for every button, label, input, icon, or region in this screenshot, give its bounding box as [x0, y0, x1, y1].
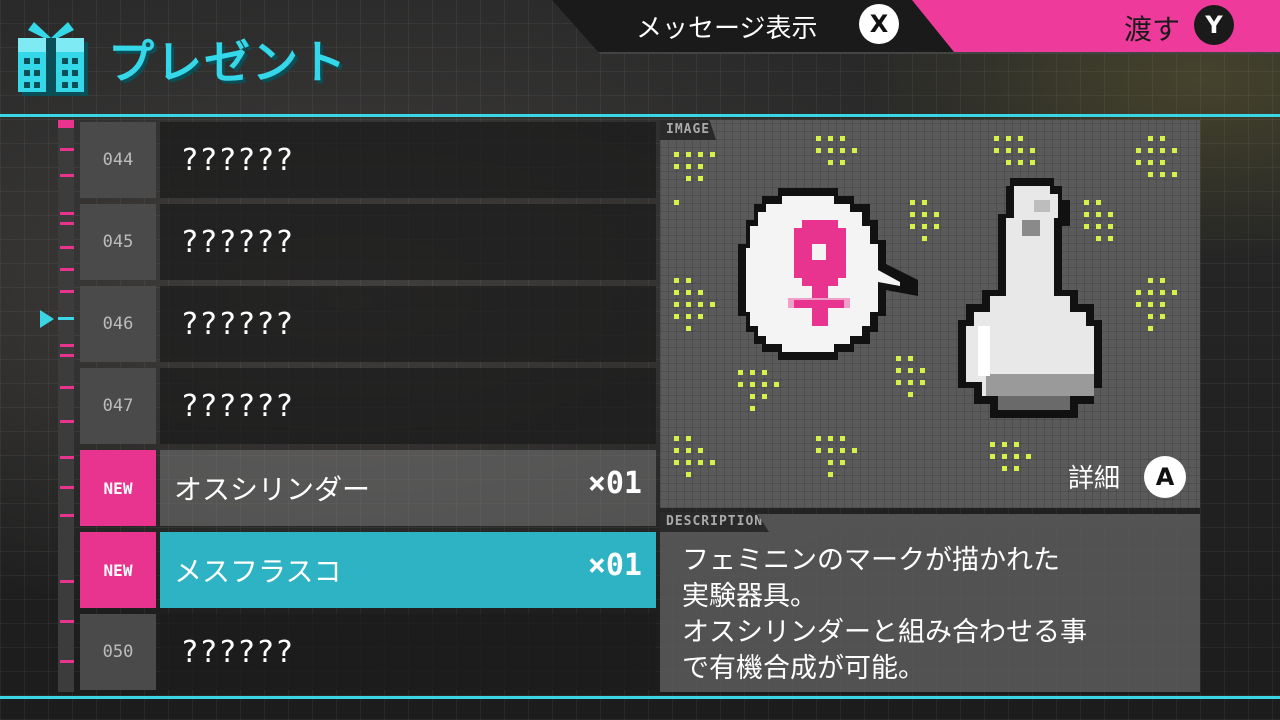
item-quantity: ×01 [587, 466, 642, 501]
item-name: ?????? [182, 306, 296, 342]
detail-label[interactable]: 詳細 [1068, 458, 1120, 495]
scrollbar-tick [60, 174, 74, 177]
description-line: で有機合成が可能。 [682, 653, 925, 684]
scrollbar-track[interactable] [58, 120, 74, 692]
list-item[interactable]: 046 ?????? [80, 286, 656, 362]
scrollbar-tick [60, 456, 74, 459]
scrollbar-tick [60, 222, 74, 225]
scroll-position-cursor-icon [40, 310, 54, 328]
scrollbar-tick [60, 386, 74, 389]
list-item[interactable]: NEW オスシリンダー ×01 [80, 450, 656, 526]
scrollbar-tick [60, 420, 74, 423]
screen-title: プレゼント [14, 14, 348, 104]
scrollbar-tick [60, 580, 74, 583]
message-toggle-label[interactable]: メッセージ表示 [636, 8, 817, 45]
item-number: 044 [80, 122, 156, 198]
list-item-selected[interactable]: NEW メスフラスコ ×01 [80, 532, 656, 608]
item-name: メスフラスコ [174, 555, 342, 588]
item-name-cell[interactable]: ?????? [160, 614, 656, 690]
female-symbol-flask-icon [674, 136, 1177, 477]
item-number: 046 [80, 286, 156, 362]
scrollbar-tick [60, 514, 74, 517]
x-button-icon[interactable]: X [859, 4, 899, 44]
scrollbar-tick [60, 354, 74, 357]
scrollbar-tick [60, 620, 74, 623]
gift-box-icon [18, 22, 88, 96]
scrollbar-tick [60, 246, 74, 249]
page-title: プレゼント [108, 35, 348, 89]
scrollbar-tick [60, 148, 74, 151]
scrollbar-top-marker [58, 120, 74, 128]
list-item[interactable]: 047 ?????? [80, 368, 656, 444]
item-name: ?????? [182, 388, 296, 424]
item-name-cell[interactable]: ?????? [160, 204, 656, 280]
scrollbar-tick [60, 660, 74, 663]
footer-divider [0, 696, 1280, 699]
header-divider [0, 114, 1280, 117]
flask-icon [958, 178, 1102, 418]
item-name: ?????? [182, 634, 296, 670]
item-name-cell[interactable]: オスシリンダー ×01 [160, 450, 656, 526]
item-quantity: ×01 [587, 548, 642, 583]
item-name: ?????? [182, 142, 296, 178]
description-line: オスシリンダーと組み合わせる事 [682, 617, 1087, 648]
item-name: オスシリンダー [174, 473, 371, 506]
item-name-cell[interactable]: メスフラスコ ×01 [160, 532, 656, 608]
give-button-label[interactable]: 渡す [1124, 8, 1180, 48]
image-panel-tag: IMAGE [660, 120, 717, 140]
scrollbar-tick [60, 344, 74, 347]
item-name: ?????? [182, 224, 296, 260]
scroll-position-mark [58, 317, 74, 320]
scrollbar-tick [60, 290, 74, 293]
description-line: 実験器具。 [682, 581, 817, 612]
new-badge: NEW [80, 450, 156, 526]
item-name-cell[interactable]: ?????? [160, 286, 656, 362]
scrollbar-tick [60, 486, 74, 489]
item-name-cell[interactable]: ?????? [160, 122, 656, 198]
scrollbar-tick [60, 212, 74, 215]
list-item[interactable]: 045 ?????? [80, 204, 656, 280]
item-number: 047 [80, 368, 156, 444]
list-item[interactable]: 050 ?????? [80, 614, 656, 690]
list-item[interactable]: 044 ?????? [80, 122, 656, 198]
new-badge: NEW [80, 532, 156, 608]
item-name-cell[interactable]: ?????? [160, 368, 656, 444]
scrollbar-tick [60, 268, 74, 271]
description-panel-tag: DESCRIPTION [660, 512, 770, 532]
description-line: フェミニンのマークが描かれた [682, 545, 1060, 576]
item-number: 045 [80, 204, 156, 280]
y-button-icon[interactable]: Y [1194, 5, 1234, 45]
a-button-icon[interactable]: A [1144, 456, 1186, 498]
item-number: 050 [80, 614, 156, 690]
